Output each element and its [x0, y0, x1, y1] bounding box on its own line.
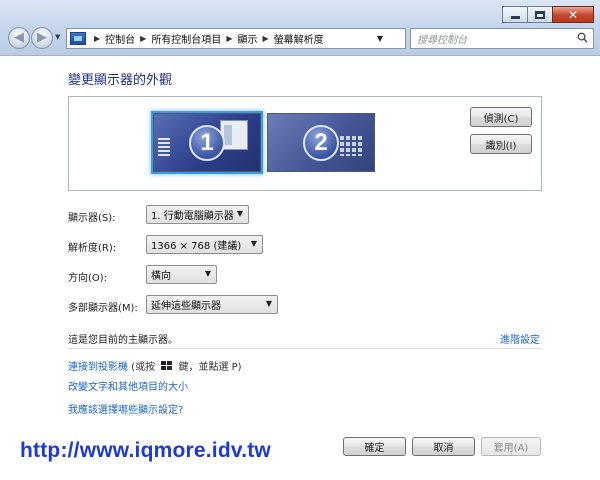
breadcrumb-separator-icon[interactable]: ▶: [226, 34, 232, 43]
minimize-icon: [510, 15, 520, 19]
close-icon: ✕: [567, 7, 579, 22]
caption-buttons: ✕: [502, 6, 594, 23]
connect-projector-link[interactable]: 連接到投影機: [68, 362, 128, 373]
detect-button[interactable]: 偵測(C): [470, 107, 532, 127]
section-divider: [68, 348, 542, 349]
breadcrumb-all-items[interactable]: 所有控制台項目: [151, 31, 221, 46]
back-arrow-icon: ◀: [14, 30, 24, 45]
maximize-icon: [535, 10, 545, 19]
display-settings-help-link[interactable]: 我應該選擇哪些顯示設定?: [68, 401, 183, 416]
multiple-displays-select-value: 延伸這些顯示器: [151, 301, 221, 312]
monitor-number-badge: 2: [303, 124, 339, 161]
breadcrumb-screen-resolution[interactable]: 螢幕解析度: [274, 31, 324, 46]
monitor-1-thumbnail[interactable]: 1: [153, 113, 261, 172]
breadcrumb-separator-icon[interactable]: ▶: [262, 34, 268, 43]
forward-arrow-icon: ▶: [37, 30, 47, 45]
breadcrumb-display[interactable]: 顯示: [237, 31, 257, 46]
search-placeholder: 搜尋控制台: [417, 35, 467, 46]
apply-button[interactable]: 套用(A): [481, 437, 541, 456]
resolution-label: 解析度(R):: [68, 243, 117, 254]
resolution-select[interactable]: 1366 × 768 (建議) ▼: [146, 235, 263, 254]
display-label: 顯示器(S):: [68, 213, 116, 224]
maximize-button[interactable]: [527, 6, 553, 23]
control-panel-icon: [70, 32, 86, 45]
address-bar[interactable]: ▶ 控制台 ▶ 所有控制台項目 ▶ 顯示 ▶ 螢幕解析度 ▼ ↻: [66, 28, 463, 49]
forward-button[interactable]: ▶: [31, 27, 53, 49]
title-bar: ✕ ◀ ▶ ▼ ▶ 控制台 ▶ 所有控制台項目 ▶ 顯示 ▶ 螢幕解析度 ▼ ↻…: [0, 0, 600, 56]
screen-resolution-window: ✕ ◀ ▶ ▼ ▶ 控制台 ▶ 所有控制台項目 ▶ 顯示 ▶ 螢幕解析度 ▼ ↻…: [0, 0, 600, 480]
watermark-url: http://www.iqmore.idv.tw: [20, 439, 271, 462]
chevron-down-icon: ▼: [204, 269, 211, 278]
address-dropdown-icon[interactable]: ▼: [377, 34, 383, 43]
monitor-arrangement-panel: 1 2 偵測(C) 識別(I): [68, 96, 542, 191]
cancel-button[interactable]: 取消: [412, 437, 475, 456]
projector-hint-suffix: 鍵，並點選 P): [175, 362, 242, 373]
identify-button[interactable]: 識別(I): [470, 134, 532, 154]
close-button[interactable]: ✕: [552, 6, 594, 23]
ok-button[interactable]: 確定: [343, 437, 406, 456]
chevron-down-icon: ▼: [236, 209, 243, 218]
primary-display-status: 這是您目前的主顯示器。: [68, 335, 178, 346]
orientation-select[interactable]: 橫向 ▼: [146, 265, 217, 284]
resolution-select-value: 1366 × 768 (建議): [151, 241, 242, 252]
main-content: 變更顯示器的外觀 1 2 偵測(C) 識別(I) 顯示器(S): 1. 行動電腦…: [0, 57, 600, 480]
projector-hint-prefix: (或按: [128, 362, 159, 373]
orientation-select-value: 橫向: [151, 271, 171, 282]
recent-pages-dropdown[interactable]: ▼: [55, 33, 60, 41]
chevron-down-icon: ▼: [265, 299, 272, 308]
multiple-displays-label: 多部顯示器(M):: [68, 303, 138, 314]
text-size-link[interactable]: 改變文字和其他項目的大小: [68, 378, 188, 393]
orientation-label: 方向(O):: [68, 273, 108, 284]
breadcrumb-separator-icon[interactable]: ▶: [140, 34, 146, 43]
desktop-icons-icon: [158, 138, 170, 156]
breadcrumb-separator-icon[interactable]: ▶: [94, 34, 100, 43]
chevron-down-icon: ▼: [250, 239, 257, 248]
minimize-button[interactable]: [502, 6, 528, 23]
monitor-number-badge: 1: [189, 124, 225, 161]
monitor-2-thumbnail[interactable]: 2: [267, 113, 375, 172]
back-button[interactable]: ◀: [8, 27, 30, 49]
display-select-value: 1. 行動電腦顯示器: [151, 211, 234, 222]
search-icon[interactable]: [577, 32, 588, 43]
page-title: 變更顯示器的外觀: [68, 73, 173, 88]
tiles-icon: [340, 136, 362, 156]
search-box[interactable]: 搜尋控制台: [410, 28, 594, 49]
display-select[interactable]: 1. 行動電腦顯示器 ▼: [146, 205, 249, 224]
breadcrumb-control-panel[interactable]: 控制台: [105, 31, 135, 46]
projector-row: 連接到投影機 (或按 鍵，並點選 P): [68, 358, 242, 373]
advanced-settings-link[interactable]: 進階設定: [500, 331, 540, 346]
multiple-displays-select[interactable]: 延伸這些顯示器 ▼: [146, 295, 278, 314]
windows-logo-icon: [161, 361, 173, 371]
